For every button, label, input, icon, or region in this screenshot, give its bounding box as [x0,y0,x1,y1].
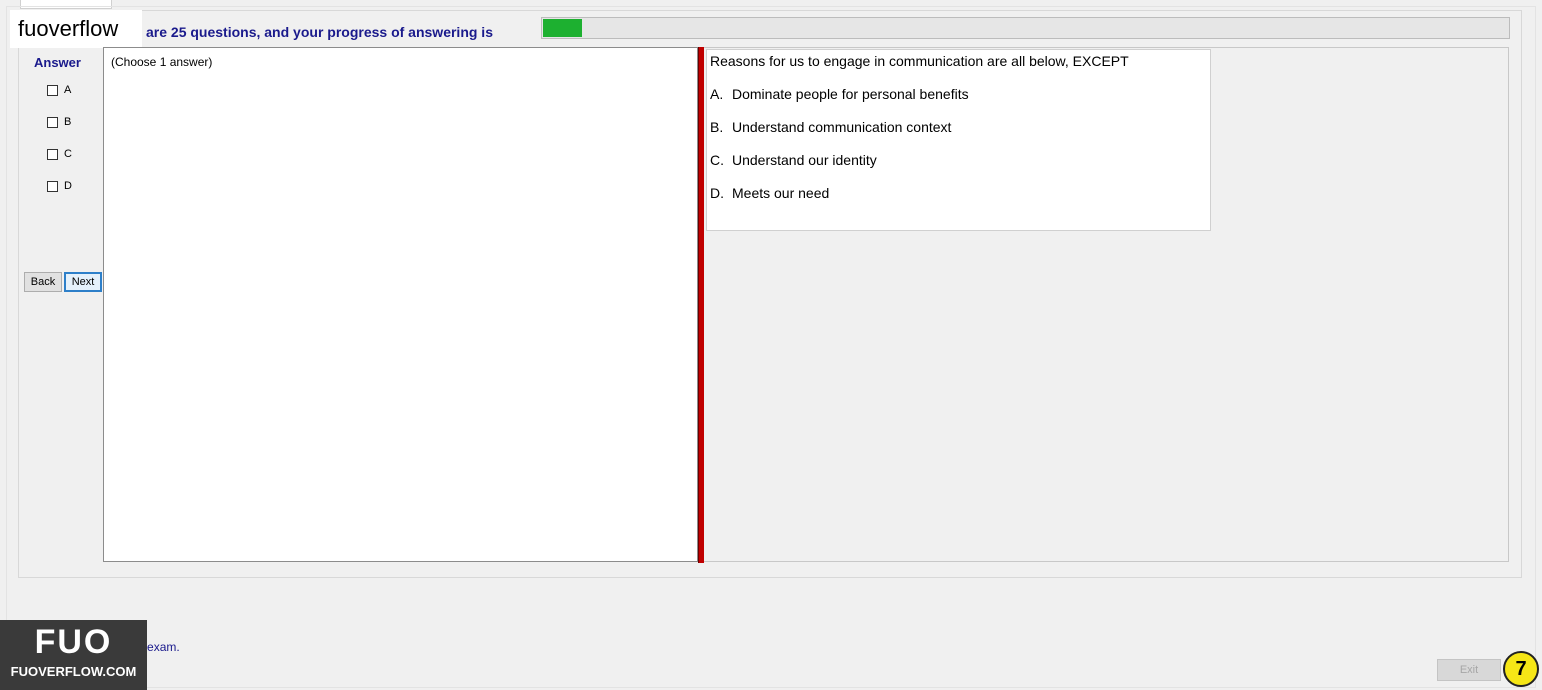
answer-option-d[interactable]: D [47,178,72,194]
progress-bar-fill [543,19,582,37]
question-option-text: Understand communication context [732,119,952,135]
question-text: Reasons for us to engage in communicatio… [710,53,1129,69]
answer-option-c[interactable]: C [47,146,72,162]
question-option-c: C. Understand our identity [710,152,877,168]
question-option-text: Meets our need [732,185,830,201]
question-option-b: B. Understand communication context [710,119,951,135]
answer-checkbox-d[interactable] [47,180,58,192]
answer-checkbox-a[interactable] [47,84,58,96]
question-box: Reasons for us to engage in communicatio… [706,49,1211,231]
back-button[interactable]: Back [24,272,62,292]
question-option-letter: D. [710,185,724,201]
answer-option-b[interactable]: B [47,114,71,130]
question-option-d: D. Meets our need [710,185,829,201]
question-option-a: A. Dominate people for personal benefits [710,86,969,102]
answer-option-label: D [64,180,72,192]
question-option-text: Understand our identity [732,152,877,168]
progress-text: are 25 questions, and your progress of a… [146,24,493,40]
question-option-letter: C. [710,152,724,168]
answer-checkbox-b[interactable] [47,116,58,128]
page-number-badge: 7 [1503,651,1539,687]
exit-button[interactable]: Exit [1437,659,1501,681]
answer-option-label: A [64,84,72,96]
brand-label: fuoverflow [10,10,142,48]
answer-title: Answer [34,55,81,70]
question-option-text: Dominate people for personal benefits [732,86,969,102]
logo-subtitle: FUOVERFLOW.COM [10,664,137,679]
next-button[interactable]: Next [64,272,102,292]
answer-option-a[interactable]: A [47,82,71,98]
logo-mark: FUO [34,623,113,661]
answer-option-label: B [64,116,72,128]
answer-checkbox-c[interactable] [47,148,58,160]
question-option-letter: A. [710,86,724,102]
question-option-letter: B. [710,119,724,135]
answer-option-label: C [64,148,72,160]
progress-bar [541,17,1510,39]
answer-input-panel[interactable]: (Choose 1 answer) [103,47,698,562]
fuoverflow-logo: FUO FUOVERFLOW.COM [0,620,147,690]
choose-hint: (Choose 1 answer) [111,55,213,69]
